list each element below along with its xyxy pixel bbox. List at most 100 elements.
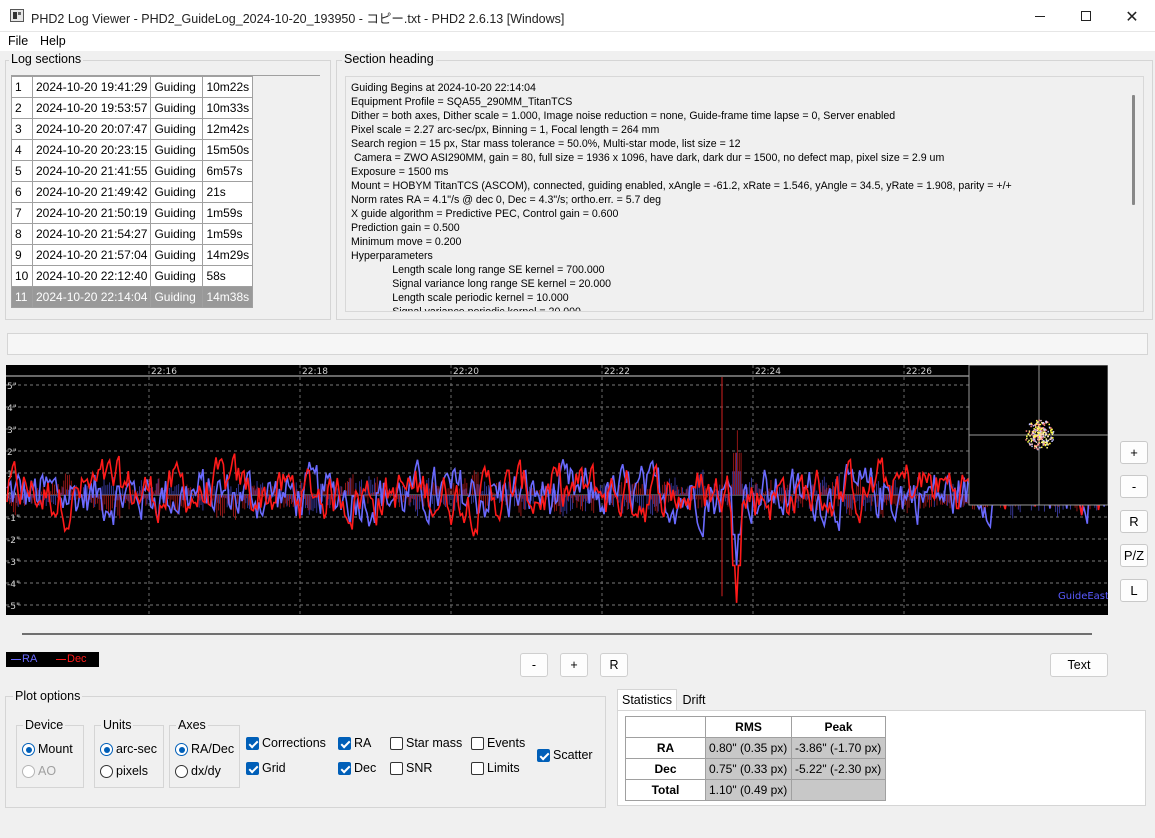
vertical-scrollbar[interactable] xyxy=(1132,95,1135,205)
stats-peak-value: -3.86" (-1.70 px) xyxy=(791,737,886,759)
heading-line: Signal variance periodic kernel = 20.000 xyxy=(351,306,581,312)
log-section-row[interactable]: 7 2024-10-20 21:50:19 Guiding 1m59s xyxy=(11,202,254,224)
title-bar: PHD2 Log Viewer - PHD2_GuideLog_2024-10-… xyxy=(0,0,1155,32)
minimize-button[interactable] xyxy=(1017,0,1063,32)
device-ao-label: AO xyxy=(38,764,57,778)
scatter-point xyxy=(1027,441,1029,443)
scatter-point xyxy=(1052,439,1054,441)
heading-line: Guiding Begins at 2024-10-20 22:14:04 xyxy=(351,82,536,94)
expand-x-button[interactable]: + xyxy=(560,653,588,677)
log-section-row[interactable]: 3 2024-10-20 20:07:47 Guiding 12m42s xyxy=(11,118,254,140)
log-section-number: 1 xyxy=(11,76,33,98)
dec-checkbox[interactable] xyxy=(338,762,351,775)
ra-checkbox[interactable] xyxy=(338,737,351,750)
star-mass-label: Star mass xyxy=(406,736,463,750)
log-section-duration: 21s xyxy=(202,181,254,203)
log-section-row[interactable]: 6 2024-10-20 21:49:42 Guiding 21s xyxy=(11,181,254,203)
zoom-in-button[interactable]: + xyxy=(1120,441,1148,464)
y-tick-label: -3" xyxy=(7,558,20,568)
menu-help[interactable]: Help xyxy=(40,34,66,48)
text-button[interactable]: Text xyxy=(1050,653,1108,677)
log-section-row[interactable]: 11 2024-10-20 22:14:04 Guiding 14m38s xyxy=(11,286,254,308)
star-mass-checkbox[interactable] xyxy=(390,737,403,750)
units-arcsec-radio[interactable] xyxy=(100,743,113,756)
heading-line: Minimum move = 0.200 xyxy=(351,236,462,248)
snr-checkbox[interactable] xyxy=(390,762,403,775)
scatter-point xyxy=(1039,431,1042,433)
guide-graph[interactable]: 5"4"3"2"1"0"-1"-2"-3"-4"-5"22:1622:1822:… xyxy=(6,365,1108,615)
axes-dxdy-radio[interactable] xyxy=(175,765,188,778)
scatter-point xyxy=(1050,438,1052,440)
log-section-type: Guiding xyxy=(150,244,204,266)
scatter-point xyxy=(1050,427,1052,429)
scatter-point xyxy=(1037,421,1039,423)
log-section-row[interactable]: 9 2024-10-20 21:57:04 Guiding 14m29s xyxy=(11,244,254,266)
log-section-row[interactable]: 8 2024-10-20 21:54:27 Guiding 1m59s xyxy=(11,223,254,245)
maximize-icon xyxy=(1081,11,1091,21)
log-section-type: Guiding xyxy=(150,181,204,203)
scatter-point xyxy=(1037,426,1039,428)
scatter-point xyxy=(1043,442,1046,445)
scatter-point xyxy=(1051,431,1054,434)
log-section-row[interactable]: 10 2024-10-20 22:12:40 Guiding 58s xyxy=(11,265,254,287)
scatter-point xyxy=(1031,443,1033,445)
device-mount-radio[interactable] xyxy=(22,743,35,756)
log-section-row[interactable]: 4 2024-10-20 20:23:15 Guiding 15m50s xyxy=(11,139,254,161)
zoom-out-button[interactable]: - xyxy=(1120,475,1148,498)
scatter-point xyxy=(1032,438,1034,440)
scatter-point xyxy=(1033,430,1036,432)
log-section-type: Guiding xyxy=(150,202,204,224)
tab-statistics[interactable]: Statistics xyxy=(617,689,677,711)
y-tick-label: 4" xyxy=(7,404,17,414)
device-ao-radio[interactable] xyxy=(22,765,35,778)
pan-zoom-button[interactable]: P/Z xyxy=(1120,544,1148,567)
grid-checkbox[interactable] xyxy=(246,762,259,775)
heading-line: Length scale periodic kernel = 10.000 xyxy=(351,292,569,304)
scatter-point xyxy=(1046,444,1048,446)
log-section-duration: 58s xyxy=(202,265,254,287)
reset-x-button[interactable]: R xyxy=(600,653,628,677)
units-pixels-radio[interactable] xyxy=(100,765,113,778)
scatter-point xyxy=(1038,419,1040,422)
log-section-number: 7 xyxy=(11,202,33,224)
ra-legend-swatch xyxy=(11,659,21,660)
scatter-point xyxy=(1028,439,1030,442)
close-button[interactable]: ✕ xyxy=(1109,0,1155,32)
limits-checkbox[interactable] xyxy=(471,762,484,775)
scatter-point xyxy=(1040,436,1042,438)
reset-graph-button[interactable]: R xyxy=(1120,510,1148,533)
scatter-point xyxy=(1036,419,1038,422)
scatter-point xyxy=(1035,426,1037,429)
log-sections-label: Log sections xyxy=(9,52,84,66)
log-section-row[interactable]: 2 2024-10-20 19:53:57 Guiding 10m33s xyxy=(11,97,254,119)
heading-line: Search region = 15 px, Star mass toleran… xyxy=(351,138,741,150)
ra-label: RA xyxy=(354,736,372,750)
menu-file[interactable]: File xyxy=(8,34,28,48)
log-section-duration: 10m22s xyxy=(202,76,254,98)
log-section-row[interactable]: 5 2024-10-20 21:41:55 Guiding 6m57s xyxy=(11,160,254,182)
events-checkbox[interactable] xyxy=(471,737,484,750)
section-heading-textbox[interactable]: Guiding Begins at 2024-10-20 22:14:04 Equ… xyxy=(345,76,1144,312)
scatter-point xyxy=(1041,430,1043,432)
scatter-point xyxy=(1052,437,1054,439)
scatter-point xyxy=(1025,439,1027,441)
stats-header-peak: Peak xyxy=(791,716,886,738)
scatter-point xyxy=(1033,440,1035,442)
scatter-point xyxy=(1036,429,1039,432)
shrink-x-button[interactable]: - xyxy=(520,653,548,677)
corrections-checkbox[interactable] xyxy=(246,737,259,750)
axes-radec-radio[interactable] xyxy=(175,743,188,756)
tab-drift[interactable]: Drift xyxy=(680,690,708,710)
scatter-point xyxy=(1027,433,1030,436)
lock-button[interactable]: L xyxy=(1120,579,1148,602)
log-sections-table: 1 2024-10-20 19:41:29 Guiding 10m22s 2 2024-1… xyxy=(11,76,254,308)
log-section-row[interactable]: 1 2024-10-20 19:41:29 Guiding 10m22s xyxy=(11,76,254,98)
scatter-checkbox[interactable] xyxy=(537,749,550,762)
maximize-button[interactable] xyxy=(1063,0,1109,32)
dec-legend-label: Dec xyxy=(67,653,87,665)
graph-horizontal-slider[interactable] xyxy=(22,633,1092,635)
stats-corner-cell xyxy=(625,716,706,738)
stats-rms-value: 0.80" (0.35 px) xyxy=(705,737,792,759)
log-section-number: 6 xyxy=(11,181,33,203)
scatter-point xyxy=(1033,447,1036,449)
